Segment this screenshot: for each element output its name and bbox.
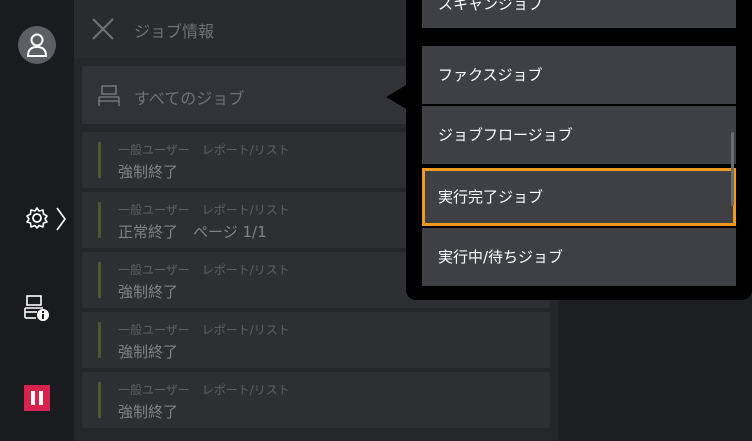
printer-icon [98,85,120,111]
job-meta: 一般ユーザー レポート/リスト [118,203,290,217]
job-status-bar [98,262,101,298]
job-meta: 一般ユーザー レポート/リスト [118,323,290,337]
job-filter-label: すべてのジョブ [134,89,245,108]
page-title: ジョブ情報 [134,22,215,41]
stop-icon[interactable] [24,385,50,411]
scrollbar-thumb[interactable] [731,132,734,206]
job-status: 正常終了 ページ 1/1 [118,223,267,241]
popup-pointer [386,84,408,110]
job-list-item[interactable]: 一般ユーザー レポート/リスト 強制終了 [82,312,550,368]
printer-info-icon[interactable] [24,294,50,326]
job-type-list[interactable]: スキャンジョブ ファクスジョブ ジョブフロージョブ 実行完了ジョブ 実行中/待ち… [422,0,736,286]
menu-item-job-flow-jobs[interactable]: ジョブフロージョブ [422,106,736,164]
job-status: 強制終了 [118,163,179,181]
sidebar [0,0,74,441]
job-status: 強制終了 [118,403,179,421]
user-icon[interactable] [18,26,56,64]
job-status-bar [98,382,101,418]
close-icon[interactable] [90,16,116,42]
job-status: 強制終了 [118,343,179,361]
menu-item-active-waiting-jobs[interactable]: 実行中/待ちジョブ [422,228,736,286]
job-list-item[interactable]: 一般ユーザー レポート/リスト 強制終了 [82,372,550,428]
job-meta: 一般ユーザー レポート/リスト [118,383,290,397]
job-meta: 一般ユーザー レポート/リスト [118,143,290,157]
chevron-right-icon[interactable] [55,206,67,236]
job-type-dropdown: スキャンジョブ ファクスジョブ ジョブフロージョブ 実行完了ジョブ 実行中/待ち… [406,0,752,300]
gear-icon[interactable] [25,206,49,234]
menu-item-fax-jobs[interactable]: ファクスジョブ [422,46,736,104]
job-status-bar [98,142,101,178]
job-status-bar [98,322,101,358]
menu-item-completed-jobs[interactable]: 実行完了ジョブ [422,168,736,226]
job-meta: 一般ユーザー レポート/リスト [118,263,290,277]
job-status-bar [98,202,101,238]
menu-item-scan-jobs[interactable]: スキャンジョブ [422,0,736,28]
job-status: 強制終了 [118,283,179,301]
